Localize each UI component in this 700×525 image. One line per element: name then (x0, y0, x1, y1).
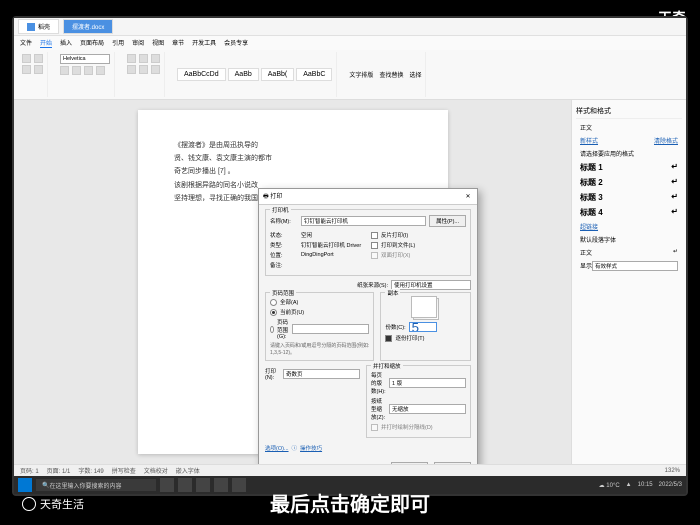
para: 《摆渡者》是由周迅执导的 (164, 140, 422, 151)
status-words: 字数: 149 (78, 466, 103, 475)
style-item[interactable]: 标题 3↵ (576, 190, 682, 205)
zoom-value[interactable]: 132% (665, 468, 680, 474)
content-area: 《摆渡者》是由周迅执导的 贤、钱文康、袁文康主演的都市 奇艺同步播出 [7] 。… (14, 100, 686, 464)
select-btn[interactable]: 选择 (409, 70, 421, 79)
indent-icon[interactable] (151, 54, 160, 63)
style-item[interactable]: 标题 1↵ (576, 160, 682, 175)
copies-group: 副本 份数(C): 逐份打印(T) (380, 292, 471, 361)
style-item[interactable]: 标题 4↵ (576, 205, 682, 220)
status-compat[interactable]: 文档校对 (144, 466, 168, 475)
style-item[interactable]: 默认段落字体 (576, 233, 682, 246)
clear-format-link[interactable]: 清除格式 (654, 136, 678, 145)
duplex-checkbox (371, 252, 378, 259)
properties-button[interactable]: 属性(P)... (429, 215, 466, 227)
show-label: 显示 (580, 261, 592, 271)
cut-icon[interactable] (34, 54, 43, 63)
printer-status: 空闲 (301, 231, 312, 239)
numlist-icon[interactable] (139, 54, 148, 63)
align-icon[interactable] (127, 65, 136, 74)
show-select[interactable] (592, 261, 678, 271)
strike-icon[interactable] (96, 66, 105, 75)
tab-home[interactable]: 稻壳 (18, 19, 59, 34)
print-what-select[interactable] (283, 369, 360, 379)
copy-icon[interactable] (22, 65, 31, 74)
range-hint: 请键入页码和/或用逗号分隔的页码范围(例如: 1,3,5-12)。 (270, 342, 369, 356)
copies-spinner[interactable] (409, 322, 437, 332)
new-style-link[interactable]: 新样式 (580, 136, 598, 145)
style-h1[interactable]: AaBb (228, 68, 259, 81)
paper-source-select[interactable] (391, 280, 471, 290)
status-embed[interactable]: 嵌入字体 (176, 466, 200, 475)
status-bar: 页码: 1 页面: 1/1 字数: 149 拼写检查 文档校对 嵌入字体 132… (14, 464, 686, 476)
font-name-input[interactable] (60, 54, 110, 64)
menu-view[interactable]: 视图 (152, 38, 164, 48)
format-icon[interactable] (34, 65, 43, 74)
tofile-checkbox[interactable] (371, 242, 378, 249)
para: 奇艺同步播出 [7] 。 (164, 166, 422, 177)
fill-icon[interactable] (151, 65, 160, 74)
menu-section[interactable]: 章节 (172, 38, 184, 48)
tab-document[interactable]: 摆渡者.docx (63, 19, 113, 34)
cancel-button[interactable]: 取消 (434, 462, 471, 464)
style-item[interactable]: 正文↵ (576, 246, 682, 259)
ribbon: AaBbCcDd AaBb AaBb( AaBbC 文字排版 查找替换 选择 (14, 50, 686, 100)
title-tabs: 稻壳 摆渡者.docx (14, 18, 686, 36)
menu-insert[interactable]: 插入 (60, 38, 72, 48)
all-radio[interactable] (270, 299, 277, 306)
style-h2[interactable]: AaBb( (261, 68, 294, 81)
spacing-icon[interactable] (139, 65, 148, 74)
printer-where: DingDingPort (301, 252, 334, 258)
close-icon[interactable]: ✕ (463, 193, 473, 200)
text-layout-btn[interactable]: 文字排版 (349, 70, 373, 79)
monitor-frame: 稻壳 摆渡者.docx 文件 开始 插入 页面布局 引用 审阅 视图 章节 开发… (12, 16, 688, 496)
status-page: 页码: 1 (20, 466, 39, 475)
dialog-title: 🖶 打印 (263, 191, 282, 202)
ok-button[interactable]: 确定 (391, 462, 428, 464)
collate-icon (413, 298, 439, 320)
status-spell[interactable]: 拼写检查 (112, 466, 136, 475)
italic-icon[interactable] (72, 66, 81, 75)
menu-ref[interactable]: 引用 (112, 38, 124, 48)
menu-review[interactable]: 审阅 (132, 38, 144, 48)
menu-bar: 文件 开始 插入 页面布局 引用 审阅 视图 章节 开发工具 会员专享 (14, 36, 686, 50)
style-normal[interactable]: AaBbCcDd (177, 68, 226, 81)
print-dialog: 🖶 打印 ✕ 打印机 名称(M):属性(P)... 状态:空闲 类型:钉钉智能云… (258, 188, 478, 464)
paste-icon[interactable] (22, 54, 31, 63)
reverse-checkbox[interactable] (371, 232, 378, 239)
style-h3[interactable]: AaBbC (296, 68, 332, 81)
range-group: 页码范围 全部(A) 当前页(U) 页码范围(G): 请键入页码和/或用逗号分隔… (265, 292, 374, 361)
menu-vip[interactable]: 会员专享 (224, 38, 248, 48)
printer-type: 钉钉智能云打印机 Driver (301, 241, 361, 249)
zoom-group: 并打和缩放 每页的版数(H): 按纸型缩放(Z): 并打时绘制分隔线(D) (366, 365, 471, 438)
choose-hint: 请选择要应用的格式 (576, 147, 682, 160)
options-link[interactable]: 选项(O)... (265, 444, 289, 452)
find-replace-btn[interactable]: 查找替换 (379, 70, 403, 79)
menu-layout[interactable]: 页面布局 (80, 38, 104, 48)
scale-select[interactable] (389, 404, 466, 414)
para: 贤、钱文康、袁文康主演的都市 (164, 153, 422, 164)
styles-panel: 样式和格式 正文 新样式 清除格式 请选择要应用的格式 标题 1↵ 标题 2↵ 标… (571, 100, 686, 464)
subtitle-text: 最后点击确定即可 (0, 488, 700, 517)
menu-start[interactable]: 开始 (40, 38, 52, 48)
underline-icon[interactable] (84, 66, 93, 75)
style-item[interactable]: 超链接 (576, 220, 682, 233)
list-icon[interactable] (127, 54, 136, 63)
current-radio[interactable] (270, 309, 277, 316)
pages-input[interactable] (292, 324, 369, 334)
printer-group: 打印机 名称(M):属性(P)... 状态:空闲 类型:钉钉智能云打印机 Dri… (265, 209, 471, 276)
wps-app: 稻壳 摆渡者.docx 文件 开始 插入 页面布局 引用 审阅 视图 章节 开发… (14, 18, 686, 494)
panel-title: 样式和格式 (576, 104, 682, 119)
collate-checkbox[interactable] (385, 335, 392, 342)
per-sheet-select[interactable] (389, 378, 466, 388)
current-style: 正文 (576, 121, 682, 134)
status-pages: 页面: 1/1 (47, 466, 71, 475)
menu-file[interactable]: 文件 (20, 38, 32, 48)
printer-name-select[interactable] (301, 216, 426, 226)
menu-dev[interactable]: 开发工具 (192, 38, 216, 48)
tips-link[interactable]: 操作技巧 (300, 444, 322, 452)
pages-radio[interactable] (270, 326, 274, 333)
bold-icon[interactable] (60, 66, 69, 75)
style-item[interactable]: 标题 2↵ (576, 175, 682, 190)
drawlines-checkbox (371, 424, 378, 431)
